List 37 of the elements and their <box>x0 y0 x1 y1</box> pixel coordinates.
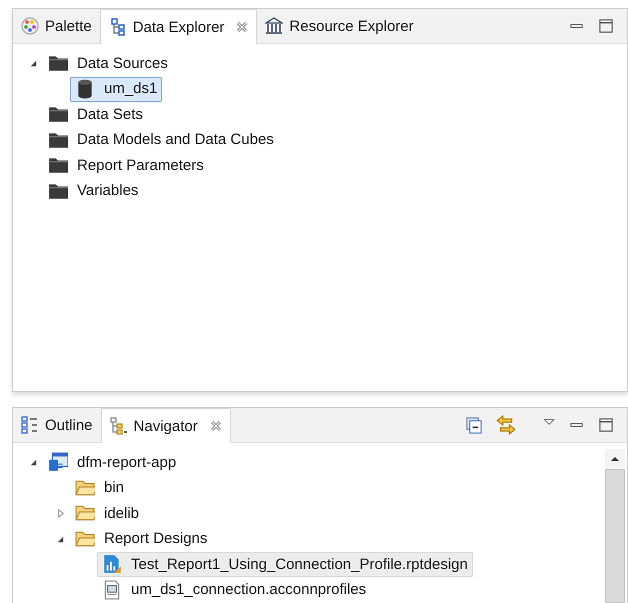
scrollbar[interactable] <box>605 449 625 603</box>
tree-item[interactable]: um_ds1 <box>70 76 162 102</box>
expanded-arrow-icon[interactable] <box>28 458 38 468</box>
building-icon <box>265 17 284 35</box>
tree-item[interactable]: Data Models and Data Cubes <box>43 128 279 153</box>
tree-item[interactable]: Data Sources <box>43 51 173 76</box>
outline-icon <box>21 416 39 434</box>
tree-item[interactable]: bin <box>70 476 130 501</box>
tree-item[interactable]: um_ds1_connection.acconnprofiles <box>97 578 372 603</box>
view-tab[interactable]: Data Explorer <box>100 9 258 44</box>
palette-icon <box>21 17 39 35</box>
view-tab[interactable]: Outline <box>13 408 101 442</box>
expanded-arrow-icon[interactable] <box>56 534 64 544</box>
tree-item[interactable]: dfm-report-app <box>43 450 182 476</box>
tree-item[interactable]: Variables <box>43 178 144 204</box>
two-arrows-icon[interactable] <box>495 415 515 435</box>
hierarchy-icon <box>110 417 128 435</box>
view-tab[interactable]: Resource Explorer <box>257 9 422 43</box>
view-tab[interactable]: Navigator <box>100 408 231 443</box>
file-icon <box>102 580 122 600</box>
collapse-all-icon[interactable] <box>466 416 483 434</box>
maximize-icon[interactable] <box>598 18 615 34</box>
project-icon <box>48 452 68 472</box>
tree-item[interactable]: Report Parameters <box>43 153 209 178</box>
tree-item[interactable]: Test_Report1_Using_Connection_Profile.rptdesign <box>97 552 473 578</box>
hierarchy-icon <box>108 18 127 36</box>
collapsed-arrow-icon[interactable] <box>56 509 64 518</box>
tree-item[interactable]: Report Designs <box>70 526 212 552</box>
tree-item[interactable]: Data Sets <box>43 102 148 128</box>
report-icon <box>102 554 122 574</box>
tree-item[interactable]: idelib <box>70 501 144 526</box>
expanded-arrow-icon[interactable] <box>28 59 38 68</box>
close-icon[interactable] <box>236 21 248 33</box>
scroll-up-icon[interactable] <box>610 456 620 462</box>
maximize-icon[interactable] <box>598 416 615 434</box>
close-icon[interactable] <box>210 420 222 432</box>
view-tab[interactable]: Palette <box>13 9 100 43</box>
